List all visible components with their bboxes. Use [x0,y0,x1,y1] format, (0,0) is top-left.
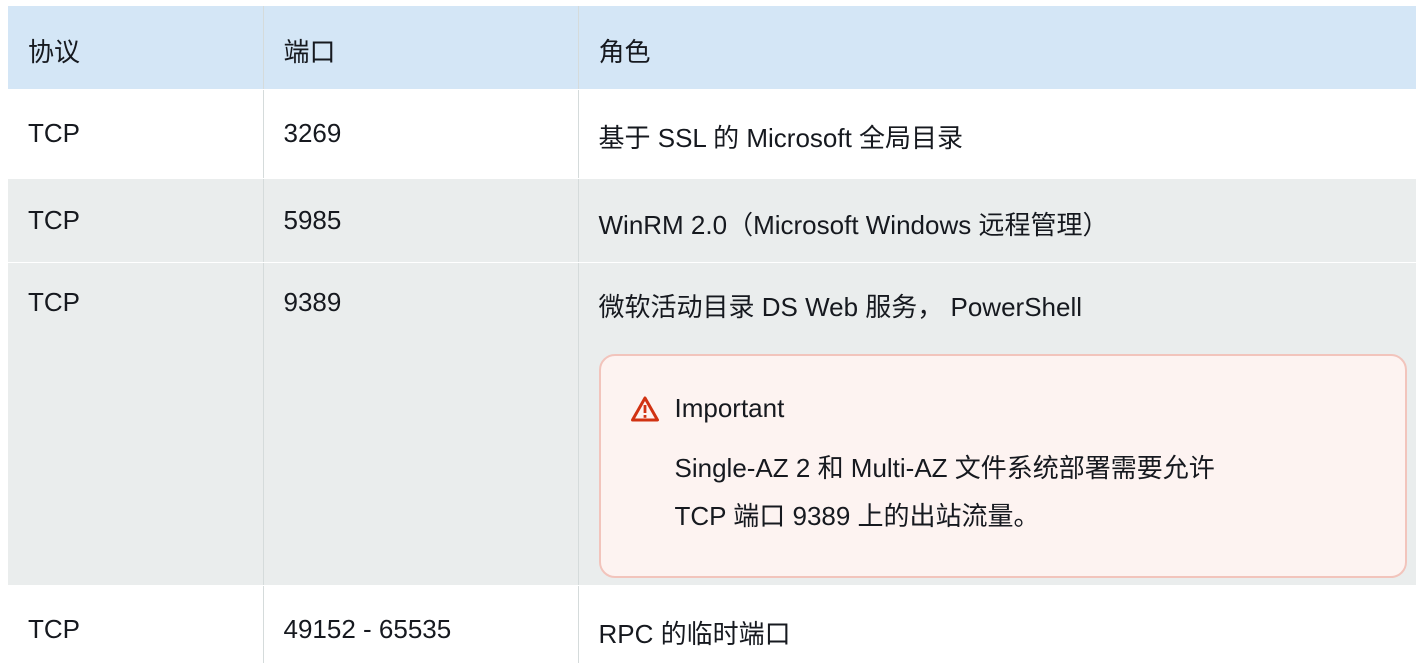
ports-table: 协议 端口 角色 TCP 3269 基于 SSL 的 Microsoft 全局目… [8,6,1416,664]
important-alert: Important Single-AZ 2 和 Multi-AZ 文件系统部署需… [599,354,1407,578]
cell-role-with-alert: 微软活动目录 DS Web 服务， PowerShell Important [578,262,1416,585]
cell-role: RPC 的临时端口 [578,585,1416,663]
cell-protocol: TCP [8,585,263,663]
cell-port: 3269 [263,89,578,178]
table-row: TCP 49152 - 65535 RPC 的临时端口 [8,585,1416,663]
cell-protocol: TCP [8,262,263,585]
header-port: 端口 [263,6,578,89]
cell-role: WinRM 2.0（Microsoft Windows 远程管理） [578,178,1416,262]
cell-role: 微软活动目录 DS Web 服务， PowerShell [599,287,1416,324]
table-row: TCP 3269 基于 SSL 的 Microsoft 全局目录 [8,89,1416,178]
table-row: TCP 5985 WinRM 2.0（Microsoft Windows 远程管… [8,178,1416,262]
alert-line: Single-AZ 2 和 Multi-AZ 文件系统部署需要允许 [675,444,1405,492]
warning-triangle-icon [631,396,659,422]
cell-port: 9389 [263,262,578,585]
table-header-row: 协议 端口 角色 [8,6,1416,89]
alert-header: Important [631,390,1405,428]
header-role: 角色 [578,6,1416,89]
cell-protocol: TCP [8,89,263,178]
cell-port: 5985 [263,178,578,262]
alert-line: TCP 端口 9389 上的出站流量。 [675,492,1405,540]
cell-protocol: TCP [8,178,263,262]
alert-title: Important [675,393,785,424]
header-protocol: 协议 [8,6,263,89]
cell-port: 49152 - 65535 [263,585,578,663]
cell-role: 基于 SSL 的 Microsoft 全局目录 [578,89,1416,178]
alert-body: Single-AZ 2 和 Multi-AZ 文件系统部署需要允许 TCP 端口… [675,444,1405,540]
table-row: TCP 9389 微软活动目录 DS Web 服务， PowerShell Im [8,262,1416,585]
